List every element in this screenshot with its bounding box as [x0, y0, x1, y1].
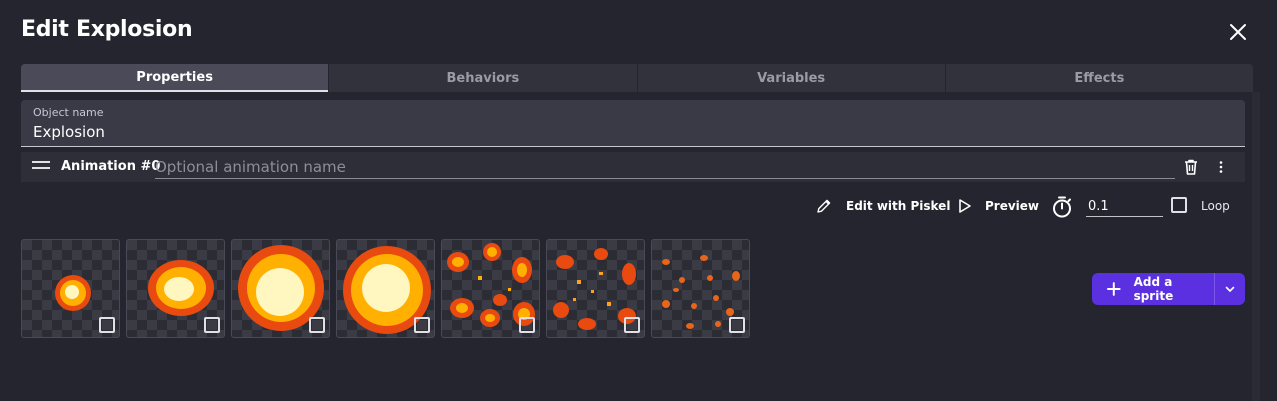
frame-select-checkbox[interactable] — [309, 317, 325, 333]
plus-icon — [1106, 282, 1121, 296]
loop-label: Loop — [1201, 199, 1230, 213]
preview-label: Preview — [985, 199, 1040, 213]
edit-with-piskel-label: Edit with Piskel — [846, 199, 951, 213]
tab-bar: Properties Behaviors Variables Effects — [21, 64, 1253, 92]
add-sprite-options-button[interactable] — [1215, 273, 1245, 305]
animation-label: Animation #0 — [61, 159, 161, 174]
dialog-title: Edit Explosion — [21, 17, 193, 42]
timer-icon — [1053, 196, 1071, 218]
chevron-down-icon — [1225, 286, 1235, 292]
edit-with-piskel-button[interactable]: Edit with Piskel — [815, 197, 950, 215]
frame-select-checkbox[interactable] — [99, 317, 115, 333]
sprite-frame[interactable] — [21, 239, 120, 338]
tab-behaviors[interactable]: Behaviors — [328, 64, 636, 92]
close-icon[interactable] — [1226, 20, 1250, 44]
tab-effects[interactable]: Effects — [944, 64, 1253, 92]
frame-select-checkbox[interactable] — [624, 317, 640, 333]
frame-select-checkbox[interactable] — [414, 317, 430, 333]
frame-select-checkbox[interactable] — [519, 317, 535, 333]
sprite-frame[interactable] — [546, 239, 645, 338]
trash-icon[interactable] — [1182, 158, 1200, 176]
tab-variables[interactable]: Variables — [636, 64, 945, 92]
animation-toolbar: Edit with Piskel Preview Loop — [815, 195, 1235, 219]
object-name-field[interactable]: Object name — [21, 100, 1245, 147]
loop-checkbox[interactable] — [1171, 197, 1187, 213]
animation-name-input[interactable] — [155, 155, 1175, 179]
pencil-icon — [817, 199, 831, 213]
frame-select-checkbox[interactable] — [729, 317, 745, 333]
sprite-frame[interactable] — [441, 239, 540, 338]
add-sprite-label: Add a sprite — [1133, 275, 1174, 303]
object-name-label: Object name — [33, 106, 104, 119]
drag-handle-icon[interactable] — [32, 161, 50, 173]
sprite-frame[interactable] — [126, 239, 225, 338]
sprite-frame[interactable] — [651, 239, 750, 338]
tab-properties[interactable]: Properties — [21, 64, 329, 92]
sprite-frame[interactable] — [231, 239, 330, 338]
sprite-frame[interactable] — [336, 239, 435, 338]
play-icon — [959, 199, 971, 213]
scrollbar-track[interactable] — [1252, 92, 1260, 401]
animation-header: Animation #0 — [21, 152, 1245, 182]
object-name-input[interactable] — [33, 123, 633, 141]
add-sprite-split-button: Add a sprite — [1092, 273, 1245, 305]
frame-duration-input[interactable] — [1086, 196, 1163, 217]
frame-select-checkbox[interactable] — [204, 317, 220, 333]
more-vert-icon[interactable] — [1213, 159, 1229, 175]
preview-button[interactable]: Preview — [957, 197, 1039, 215]
add-sprite-button[interactable]: Add a sprite — [1092, 273, 1215, 305]
